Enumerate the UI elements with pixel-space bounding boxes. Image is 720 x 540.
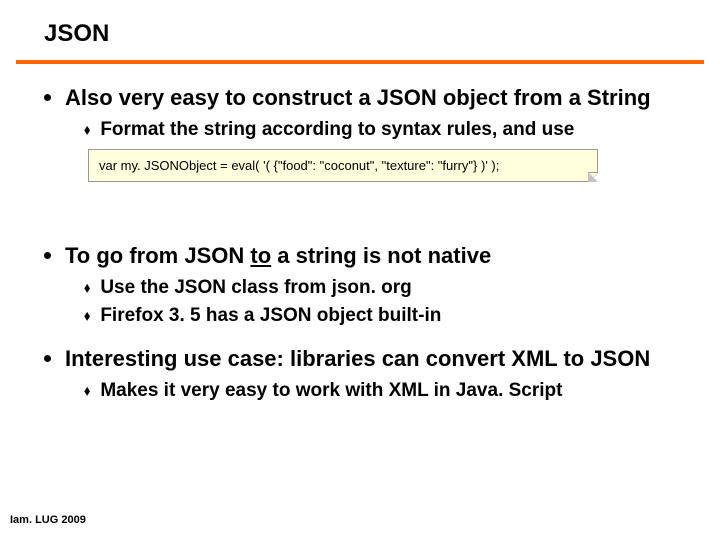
sub-list: ⬧ Use the JSON class from json. org ⬧ Fi… <box>44 276 692 328</box>
bullet-item: To go from JSON to a string is not nativ… <box>44 242 692 270</box>
sub-text: Use the JSON class from json. org <box>100 276 411 300</box>
page-curl-icon <box>588 172 598 182</box>
diamond-icon: ⬧ <box>84 276 90 298</box>
code-box: var my. JSONObject = eval( '( {"food": "… <box>88 149 598 182</box>
title-divider <box>16 60 704 64</box>
code-text: var my. JSONObject = eval( '( {"food": "… <box>99 158 587 173</box>
bullet-dot-icon <box>44 355 51 362</box>
slide: JSON Also very easy to construct a JSON … <box>0 0 720 540</box>
sub-list: ⬧ Format the string according to syntax … <box>44 118 692 142</box>
slide-title: JSON <box>0 20 720 60</box>
diamond-icon: ⬧ <box>84 379 90 401</box>
sub-item: ⬧ Use the JSON class from json. org <box>84 276 692 300</box>
sub-list: ⬧ Makes it very easy to work with XML in… <box>44 379 692 403</box>
footer-text: Iam. LUG 2009 <box>10 514 86 526</box>
diamond-icon: ⬧ <box>84 118 90 140</box>
sub-text: Firefox 3. 5 has a JSON object built-in <box>100 304 441 328</box>
sub-text: Format the string according to syntax ru… <box>100 118 574 142</box>
spacer <box>44 194 692 242</box>
diamond-icon: ⬧ <box>84 304 90 326</box>
sub-item: ⬧ Format the string according to syntax … <box>84 118 692 142</box>
bullet-dot-icon <box>44 94 51 101</box>
slide-content: Also very easy to construct a JSON objec… <box>0 84 720 403</box>
bullet-item: Also very easy to construct a JSON objec… <box>44 84 692 112</box>
sub-item: ⬧ Firefox 3. 5 has a JSON object built-i… <box>84 304 692 328</box>
bullet-text: To go from JSON to a string is not nativ… <box>65 242 491 270</box>
bullet-item: Interesting use case: libraries can conv… <box>44 345 692 373</box>
bullet-text: Interesting use case: libraries can conv… <box>65 345 650 373</box>
spacer <box>44 331 692 345</box>
bullet-text: Also very easy to construct a JSON objec… <box>65 84 651 112</box>
bullet-dot-icon <box>44 252 51 259</box>
sub-item: ⬧ Makes it very easy to work with XML in… <box>84 379 692 403</box>
sub-text: Makes it very easy to work with XML in J… <box>100 379 562 403</box>
